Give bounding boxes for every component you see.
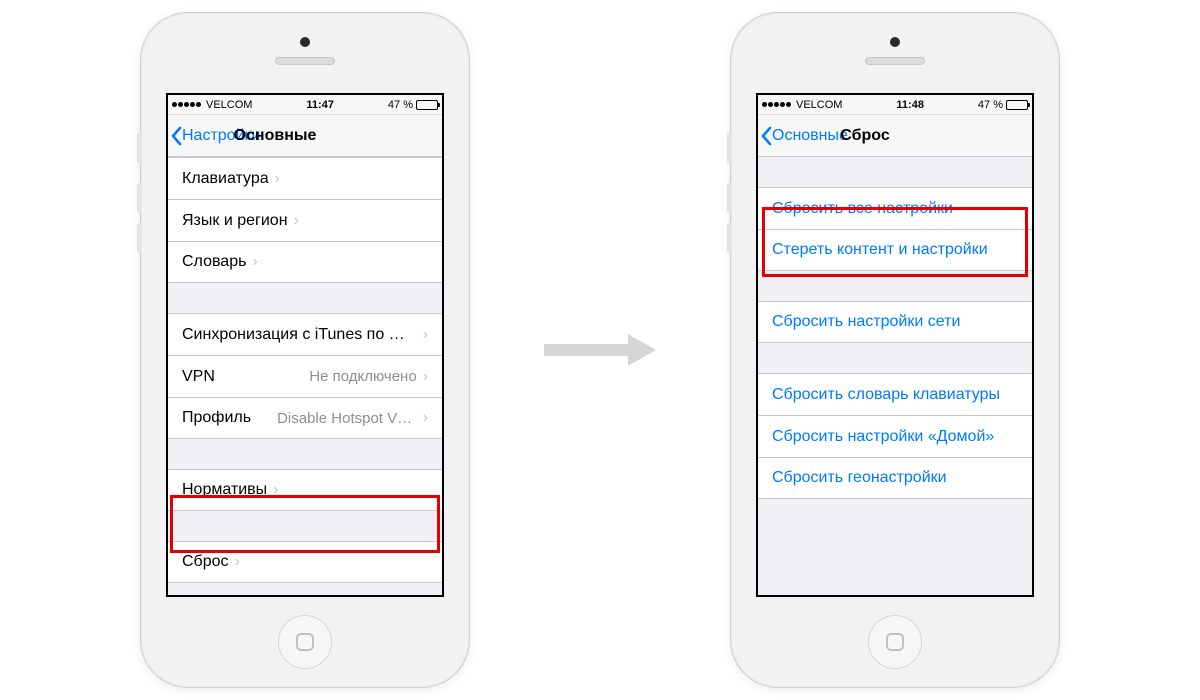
back-label: Настройки bbox=[182, 127, 260, 145]
chevron-right-icon: › bbox=[275, 170, 280, 188]
row-label: Словарь bbox=[182, 253, 246, 271]
back-button[interactable]: Основные bbox=[758, 126, 848, 146]
carrier-label: VELCOM bbox=[796, 99, 842, 111]
row-reset-network[interactable]: Сбросить настройки сети bbox=[758, 301, 1032, 343]
iphone-left: VELCOM 11:47 47 % Настройки Основные Кла… bbox=[140, 12, 470, 688]
clock-label: 11:47 bbox=[306, 99, 334, 111]
signal-dots-icon bbox=[762, 102, 791, 107]
row-label: Язык и регион bbox=[182, 212, 288, 230]
row-erase-content-settings[interactable]: Стереть контент и настройки bbox=[758, 229, 1032, 271]
row-profile[interactable]: Профиль Disable Hotspot VPN › bbox=[168, 397, 442, 439]
row-keyboard[interactable]: Клавиатура › bbox=[168, 157, 442, 199]
nav-bar: Настройки Основные bbox=[168, 115, 442, 157]
row-label: Клавиатура bbox=[182, 170, 269, 188]
back-button[interactable]: Настройки bbox=[168, 126, 260, 146]
row-label: Сбросить словарь клавиатуры bbox=[772, 386, 1000, 404]
row-reset-location[interactable]: Сбросить геонастройки bbox=[758, 457, 1032, 499]
battery-percent-label: 47 % bbox=[388, 99, 413, 111]
row-language-region[interactable]: Язык и регион › bbox=[168, 199, 442, 241]
camera-dot bbox=[300, 37, 310, 47]
row-label: VPN bbox=[182, 368, 215, 386]
speaker-slot bbox=[865, 57, 925, 65]
chevron-right-icon: › bbox=[423, 368, 428, 386]
home-button[interactable] bbox=[278, 615, 332, 669]
row-label: Сбросить все настройки bbox=[772, 200, 953, 218]
row-label: Сбросить геонастройки bbox=[772, 469, 947, 487]
row-label: Нормативы bbox=[182, 481, 267, 499]
row-value: Disable Hotspot VPN bbox=[269, 410, 417, 427]
row-label: Стереть контент и настройки bbox=[772, 241, 988, 259]
speaker-slot bbox=[275, 57, 335, 65]
battery-percent-label: 47 % bbox=[978, 99, 1003, 111]
battery-icon bbox=[416, 100, 438, 110]
row-reset-home[interactable]: Сбросить настройки «Домой» bbox=[758, 415, 1032, 457]
back-label: Основные bbox=[772, 127, 848, 145]
chevron-right-icon: › bbox=[294, 212, 299, 230]
home-button[interactable] bbox=[868, 615, 922, 669]
row-dictionary[interactable]: Словарь › bbox=[168, 241, 442, 283]
row-regulatory[interactable]: Нормативы › bbox=[168, 469, 442, 511]
battery-icon bbox=[1006, 100, 1028, 110]
flow-arrow-icon bbox=[540, 330, 660, 370]
row-label: Сбросить настройки сети bbox=[772, 313, 960, 331]
iphone-right: VELCOM 11:48 47 % Основные Сброс Сброси bbox=[730, 12, 1060, 688]
signal-dots-icon bbox=[172, 102, 201, 107]
row-reset-keyboard-dictionary[interactable]: Сбросить словарь клавиатуры bbox=[758, 373, 1032, 415]
clock-label: 11:48 bbox=[896, 99, 924, 111]
carrier-label: VELCOM bbox=[206, 99, 252, 111]
row-reset-all-settings[interactable]: Сбросить все настройки bbox=[758, 187, 1032, 229]
nav-bar: Основные Сброс bbox=[758, 115, 1032, 157]
chevron-right-icon: › bbox=[423, 326, 428, 344]
screen-general: VELCOM 11:47 47 % Настройки Основные Кла… bbox=[166, 93, 444, 597]
chevron-right-icon: › bbox=[423, 409, 428, 427]
row-value: Не подключено bbox=[301, 368, 416, 385]
row-label: Синхронизация с iTunes по Wi-Fi bbox=[182, 326, 417, 344]
row-label: Сброс bbox=[182, 553, 229, 571]
chevron-right-icon: › bbox=[252, 253, 257, 271]
row-vpn[interactable]: VPN Не подключено › bbox=[168, 355, 442, 397]
chevron-right-icon: › bbox=[273, 481, 278, 499]
status-bar: VELCOM 11:48 47 % bbox=[758, 95, 1032, 115]
screen-reset: VELCOM 11:48 47 % Основные Сброс Сброси bbox=[756, 93, 1034, 597]
row-reset[interactable]: Сброс › bbox=[168, 541, 442, 583]
camera-dot bbox=[890, 37, 900, 47]
row-label: Сбросить настройки «Домой» bbox=[772, 428, 994, 446]
row-itunes-wifi-sync[interactable]: Синхронизация с iTunes по Wi-Fi › bbox=[168, 313, 442, 355]
chevron-right-icon: › bbox=[235, 553, 240, 571]
row-label: Профиль bbox=[182, 409, 251, 427]
status-bar: VELCOM 11:47 47 % bbox=[168, 95, 442, 115]
